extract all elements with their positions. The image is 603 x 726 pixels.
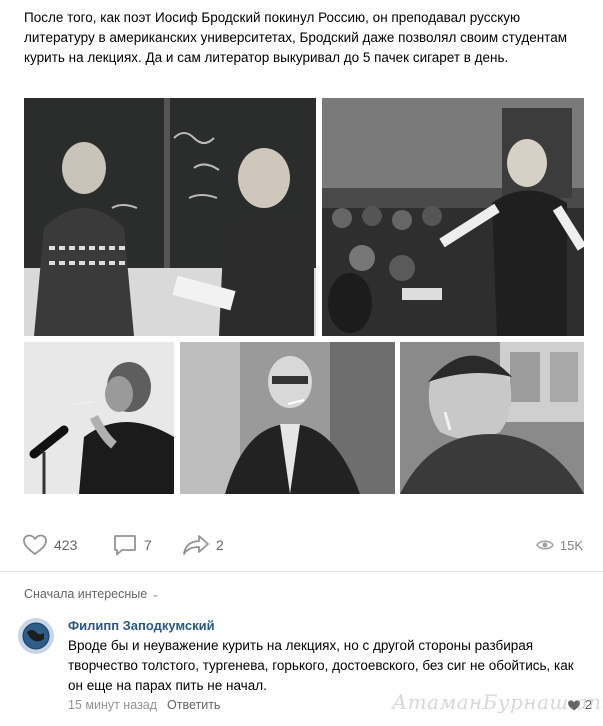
photo-microphone[interactable] — [24, 342, 174, 494]
reply-button[interactable]: Ответить — [167, 698, 220, 712]
like-button[interactable]: 423 — [22, 530, 77, 560]
comment-author[interactable]: Филипп Заподкумский — [68, 618, 215, 633]
watermark: АтаманБурнаш.ant.RU — [392, 690, 603, 714]
photo-coat-smoking-icon — [180, 342, 395, 494]
photo-portrait[interactable] — [400, 342, 584, 494]
comment-time[interactable]: 15 минут назад — [68, 698, 157, 712]
sort-dropdown[interactable]: Сначала интересные ⌄ — [24, 587, 160, 601]
comment-icon — [114, 535, 136, 556]
comment-button[interactable]: 7 — [112, 530, 152, 560]
post-text: После того, как поэт Иосиф Бродский поки… — [24, 10, 567, 65]
photo-classroom-blackboard-icon — [24, 98, 316, 336]
photo-microphone-smoking-icon — [24, 342, 174, 494]
sort-label: Сначала интересные — [24, 587, 148, 601]
like-count: 423 — [54, 537, 78, 553]
photo-portrait-cigarette-icon — [400, 342, 584, 494]
photo-lecture-hall[interactable] — [322, 98, 584, 336]
globe-avatar-icon — [18, 618, 54, 654]
chevron-down-icon: ⌄ — [151, 588, 160, 600]
photo-coat[interactable] — [180, 342, 395, 494]
eye-icon — [535, 540, 554, 550]
post-actions: 423 7 2 15K — [22, 530, 587, 560]
heart-icon — [23, 534, 47, 555]
share-arrow-icon — [183, 535, 209, 555]
comment-meta: 15 минут назад Ответить — [68, 698, 220, 712]
share-count: 2 — [216, 537, 224, 553]
photo-lecture-hall-icon — [322, 98, 584, 336]
views-counter: 15K — [535, 530, 583, 560]
comment-text: Вроде бы и неуважение курить на лекциях,… — [68, 638, 574, 693]
share-button[interactable]: 2 — [182, 530, 224, 560]
comment-count: 7 — [144, 537, 152, 553]
photo-classroom[interactable] — [24, 98, 316, 336]
divider — [0, 571, 603, 572]
avatar[interactable] — [18, 618, 54, 654]
views-count: 15K — [559, 537, 583, 553]
